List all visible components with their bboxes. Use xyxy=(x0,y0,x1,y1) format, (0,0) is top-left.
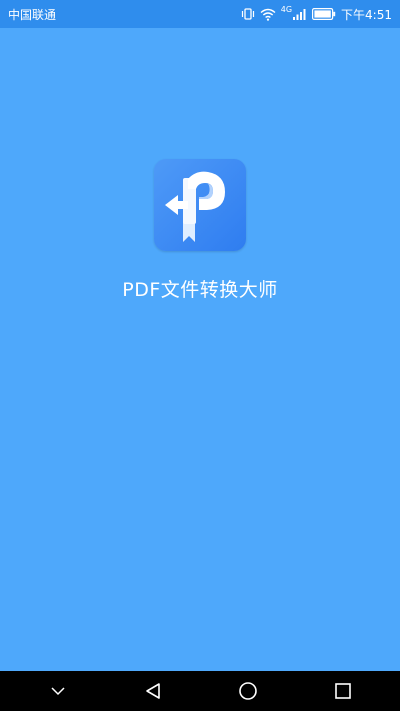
recents-icon xyxy=(334,683,351,699)
hide-navbar-button[interactable] xyxy=(38,671,78,711)
pdf-converter-logo-icon xyxy=(154,159,246,251)
battery-icon xyxy=(312,8,336,20)
carrier-label: 中国联通 xyxy=(8,7,57,22)
clock-label: 下午4:51 xyxy=(341,7,392,22)
signal-icon xyxy=(293,8,307,20)
recents-button[interactable] xyxy=(323,671,363,711)
wifi-icon xyxy=(260,8,276,21)
app-title: PDF文件转换大师 xyxy=(122,279,278,301)
chevron-down-icon xyxy=(50,687,65,696)
network-type-label: 4G xyxy=(280,5,293,14)
home-button[interactable] xyxy=(228,671,268,711)
navigation-bar xyxy=(0,671,400,711)
back-button[interactable] xyxy=(133,671,173,711)
status-bar: 中国联通 4G 下午4:51 xyxy=(0,0,400,28)
back-icon xyxy=(145,683,160,699)
splash-screen: PDF文件转换大师 xyxy=(0,28,400,671)
vibrate-icon xyxy=(241,7,255,21)
home-icon xyxy=(238,682,257,700)
